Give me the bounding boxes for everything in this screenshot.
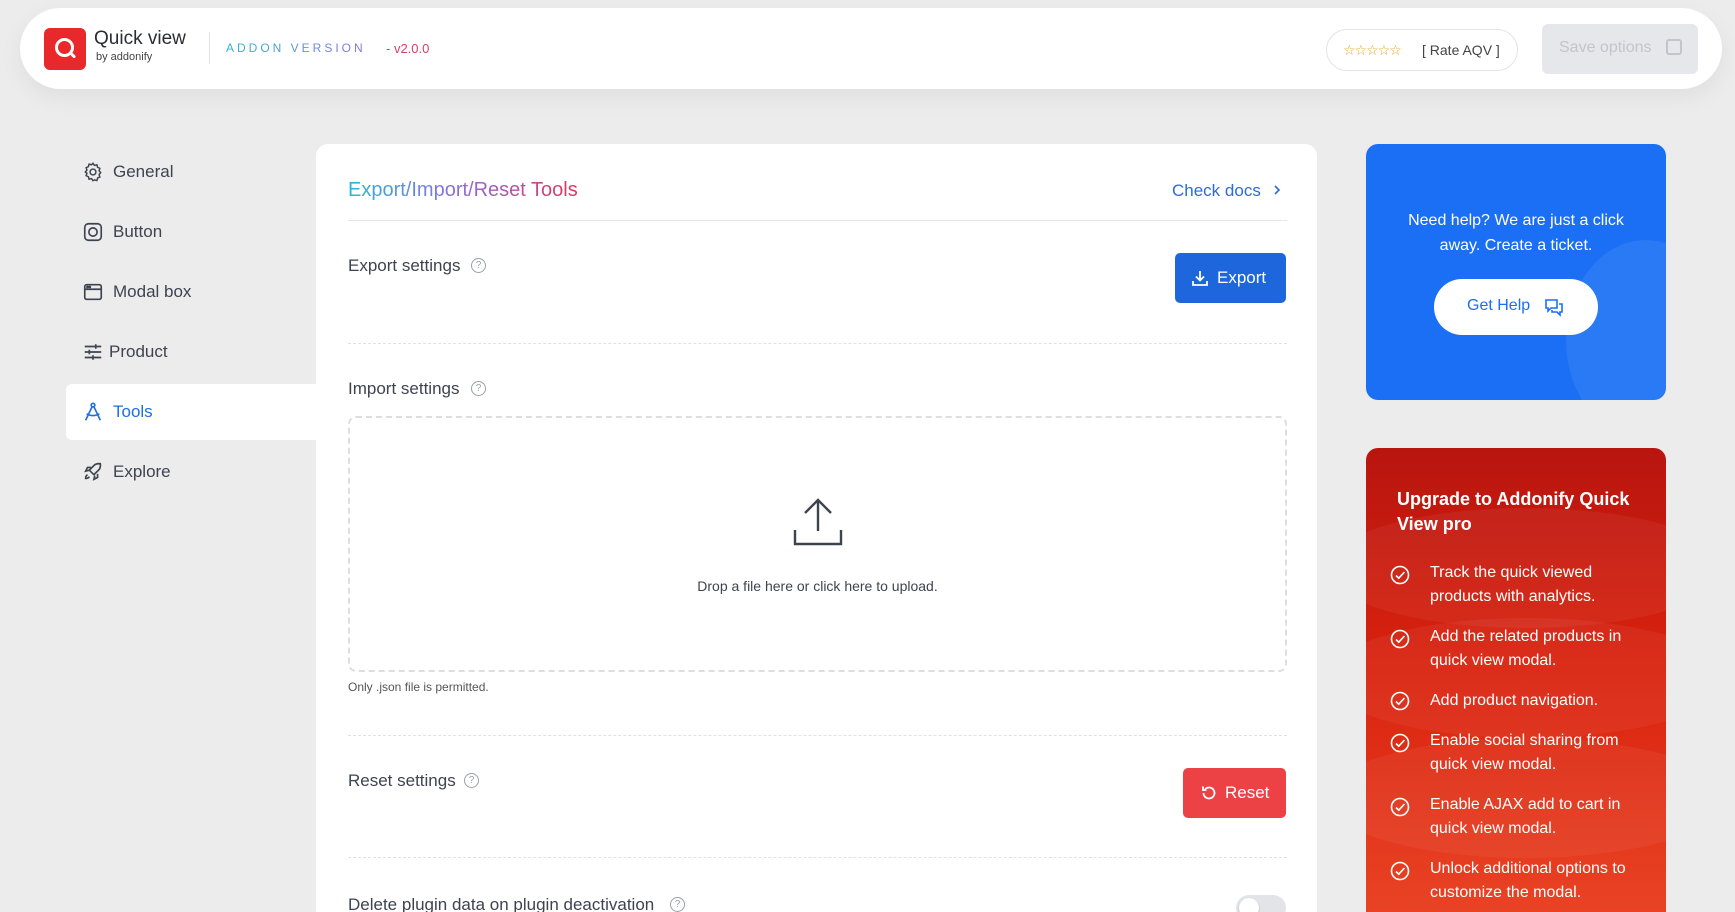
sidebar-item-product[interactable]: Product bbox=[66, 324, 316, 380]
help-text: Need help? We are just a click away. Cre… bbox=[1408, 212, 1624, 254]
sidebar-item-modal-box[interactable]: Modal box bbox=[66, 264, 316, 320]
feature-text: Enable social sharing from quick view mo… bbox=[1430, 732, 1619, 773]
rocket-icon bbox=[84, 462, 102, 481]
toggle-knob bbox=[1239, 898, 1259, 912]
import-settings-label: Import settings bbox=[348, 379, 460, 398]
upload-icon bbox=[793, 498, 843, 546]
window-icon bbox=[83, 283, 103, 301]
feature-text: Unlock additional options to customize t… bbox=[1430, 860, 1626, 901]
delete-data-toggle[interactable] bbox=[1236, 895, 1286, 912]
check-circle-icon bbox=[1390, 629, 1410, 649]
rate-button[interactable]: ☆☆☆☆☆ [ Rate AQV ] bbox=[1326, 29, 1518, 71]
section-title: Export/Import/Reset Tools bbox=[348, 179, 578, 201]
reset-icon bbox=[1202, 786, 1216, 800]
check-circle-icon bbox=[1390, 565, 1410, 585]
upgrade-title: Upgrade to Addonify Quick View pro bbox=[1397, 489, 1630, 534]
reset-settings-label: Reset settings bbox=[348, 771, 456, 790]
dropzone-text: Drop a file here or click here to upload… bbox=[697, 578, 938, 594]
sidebar-item-label: Tools bbox=[113, 402, 153, 421]
sidebar-item-label: Product bbox=[109, 342, 168, 361]
gear-icon bbox=[84, 162, 102, 182]
section-divider bbox=[348, 343, 1287, 344]
feature-text: Add the related products in quick view m… bbox=[1430, 628, 1622, 669]
check-circle-icon bbox=[1390, 733, 1410, 753]
floppy-disk-icon bbox=[1666, 39, 1682, 55]
help-card: Need help? We are just a click away. Cre… bbox=[1366, 144, 1666, 400]
sidebar-item-button[interactable]: Button bbox=[66, 204, 316, 260]
export-button[interactable]: Export bbox=[1175, 253, 1286, 303]
upgrade-card: Upgrade to Addonify Quick View pro Track… bbox=[1366, 448, 1666, 912]
export-settings-label: Export settings bbox=[348, 256, 461, 275]
check-circle-icon bbox=[1390, 797, 1410, 817]
sidebar-item-label: Modal box bbox=[113, 282, 192, 301]
sidebar-item-explore[interactable]: Explore bbox=[66, 444, 316, 500]
question-mark-icon[interactable]: ? bbox=[471, 258, 486, 273]
section-divider bbox=[348, 735, 1287, 736]
sidebar-item-label: Button bbox=[113, 222, 163, 241]
check-docs-link[interactable]: Check docs bbox=[1172, 181, 1261, 201]
feature-text: Track the quick viewed products with ana… bbox=[1430, 564, 1596, 605]
export-button-label: Export bbox=[1217, 268, 1267, 287]
tools-panel: Export/Import/Reset Tools Check docs Exp… bbox=[316, 144, 1317, 912]
reset-button-label: Reset bbox=[1225, 783, 1270, 802]
question-mark-icon[interactable]: ? bbox=[670, 897, 685, 912]
sidebar-item-tools[interactable]: Tools bbox=[66, 384, 316, 440]
check-circle-icon bbox=[1390, 691, 1410, 711]
brand-title: Quick view bbox=[94, 28, 186, 49]
download-icon bbox=[1192, 271, 1208, 286]
reset-button[interactable]: Reset bbox=[1183, 768, 1286, 818]
sidebar-item-general[interactable]: General bbox=[66, 144, 316, 200]
question-mark-icon[interactable]: ? bbox=[471, 381, 486, 396]
section-divider bbox=[348, 857, 1287, 858]
top-header: Quick view by addonify ADDON VERSION - v… bbox=[20, 8, 1722, 89]
sidebar-item-label: General bbox=[113, 162, 174, 181]
chevron-right-icon[interactable] bbox=[1272, 185, 1282, 195]
button-icon bbox=[83, 222, 103, 242]
save-options-button[interactable]: Save options bbox=[1542, 24, 1698, 74]
version-number: - v2.0.0 bbox=[386, 41, 430, 56]
chat-bubbles-icon bbox=[1545, 299, 1563, 317]
file-upload-dropzone[interactable]: Drop a file here or click here to upload… bbox=[348, 416, 1287, 672]
get-help-label: Get Help bbox=[1467, 297, 1531, 314]
delete-plugin-data-label: Delete plugin data on plugin deactivatio… bbox=[348, 895, 655, 912]
rate-label: [ Rate AQV ] bbox=[1422, 42, 1500, 58]
check-circle-icon bbox=[1390, 861, 1410, 881]
compass-icon bbox=[84, 402, 102, 421]
sidebar-item-label: Explore bbox=[113, 462, 171, 481]
addonify-logo bbox=[44, 28, 86, 70]
feature-text: Add product navigation. bbox=[1430, 692, 1599, 709]
addon-version-label: ADDON VERSION bbox=[226, 41, 366, 55]
sliders-icon bbox=[84, 344, 102, 360]
title-divider bbox=[348, 220, 1287, 221]
file-type-hint: Only .json file is permitted. bbox=[348, 680, 489, 694]
save-options-label: Save options bbox=[1559, 39, 1652, 56]
get-help-button[interactable]: Get Help bbox=[1434, 279, 1598, 335]
brand-subtitle: by addonify bbox=[96, 51, 153, 63]
star-rating-icon: ☆☆☆☆☆ bbox=[1343, 42, 1402, 58]
header-divider bbox=[209, 32, 210, 64]
feature-text: Enable AJAX add to cart in quick view mo… bbox=[1430, 796, 1621, 837]
question-mark-icon[interactable]: ? bbox=[464, 773, 479, 788]
